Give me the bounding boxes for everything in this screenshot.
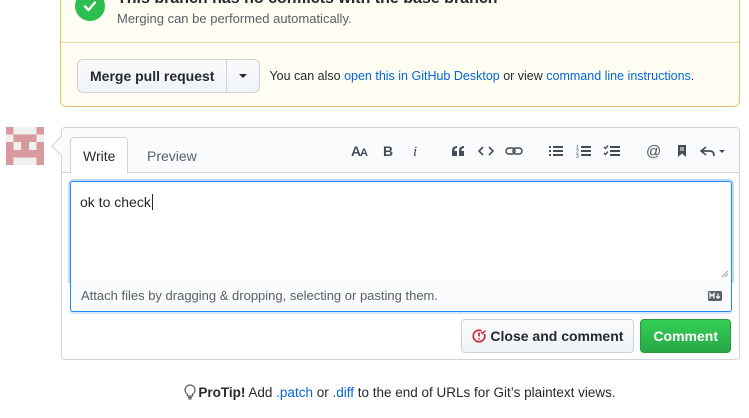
attach-files-dropzone[interactable]: Attach files by dragging & dropping, sel… <box>70 280 732 312</box>
attach-files-hint: Attach files by dragging & dropping, sel… <box>81 288 438 303</box>
tab-preview[interactable]: Preview <box>135 137 209 174</box>
protip: ProTip! Add .patch or .diff to the end o… <box>0 384 749 400</box>
svg-text:@: @ <box>646 143 661 159</box>
command-line-instructions-link[interactable]: command line instructions <box>546 69 691 83</box>
comment-actions: Close and comment Comment <box>461 319 731 353</box>
light-bulb-icon <box>184 384 196 400</box>
merge-pull-request-button[interactable]: Merge pull request <box>77 59 228 93</box>
merge-actions: Merge pull request You can also open thi… <box>77 59 694 93</box>
tab-write[interactable]: Write <box>70 137 129 174</box>
open-in-desktop-link[interactable]: open this in GitHub Desktop <box>344 69 500 83</box>
close-and-comment-button[interactable]: Close and comment <box>461 319 635 353</box>
merge-box: This branch has no conflicts with the ba… <box>60 0 740 107</box>
close-and-comment-label: Close and comment <box>490 328 624 344</box>
avatar[interactable] <box>6 127 44 165</box>
code-icon[interactable] <box>475 140 497 162</box>
merge-status-title: This branch has no conflicts with the ba… <box>117 0 498 8</box>
comment-button[interactable]: Comment <box>640 319 731 353</box>
issue-closed-icon <box>472 329 487 343</box>
comment-textarea[interactable]: ok to check <box>70 181 732 281</box>
svg-text:A: A <box>360 147 368 158</box>
svg-text:B: B <box>383 144 393 158</box>
svg-text:i: i <box>413 144 417 158</box>
protip-label: ProTip! <box>198 384 246 400</box>
bold-icon[interactable]: B <box>377 140 399 162</box>
merge-method-dropdown[interactable] <box>227 59 261 93</box>
caret-down-icon <box>239 74 248 78</box>
bulleted-list-icon[interactable] <box>545 140 567 162</box>
merge-status: This branch has no conflicts with the ba… <box>61 0 739 43</box>
task-list-icon[interactable] <box>601 140 623 162</box>
patch-link[interactable]: .patch <box>276 385 313 400</box>
diff-link[interactable]: .diff <box>332 385 354 400</box>
link-icon[interactable] <box>503 140 525 162</box>
reply-icon[interactable] <box>699 140 729 162</box>
saved-reply-icon[interactable] <box>671 140 693 162</box>
numbered-list-icon[interactable]: 123 <box>573 140 595 162</box>
italic-icon[interactable]: i <box>405 140 427 162</box>
resize-grip-icon[interactable] <box>721 270 729 278</box>
text-size-icon[interactable]: AA <box>349 140 371 162</box>
quote-icon[interactable] <box>447 140 469 162</box>
check-circle-icon <box>75 0 105 21</box>
comment-composer: Write Preview AA B i 1 2 3 @ ok to check… <box>51 127 740 360</box>
svg-text:3: 3 <box>576 154 579 158</box>
mention-icon[interactable]: @ <box>643 140 665 162</box>
markdown-icon[interactable] <box>708 291 722 301</box>
comment-editor: ok to check Attach files by dragging & d… <box>70 181 732 312</box>
markdown-toolbar: AA B i 123 @ <box>343 140 729 162</box>
merge-note: You can also open this in GitHub Desktop… <box>269 69 695 83</box>
merge-status-subtitle: Merging can be performed automatically. <box>117 11 352 26</box>
comment-text: ok to check <box>80 194 153 210</box>
comment-tabbar: Write Preview AA B i 1 2 3 @ <box>62 128 739 174</box>
